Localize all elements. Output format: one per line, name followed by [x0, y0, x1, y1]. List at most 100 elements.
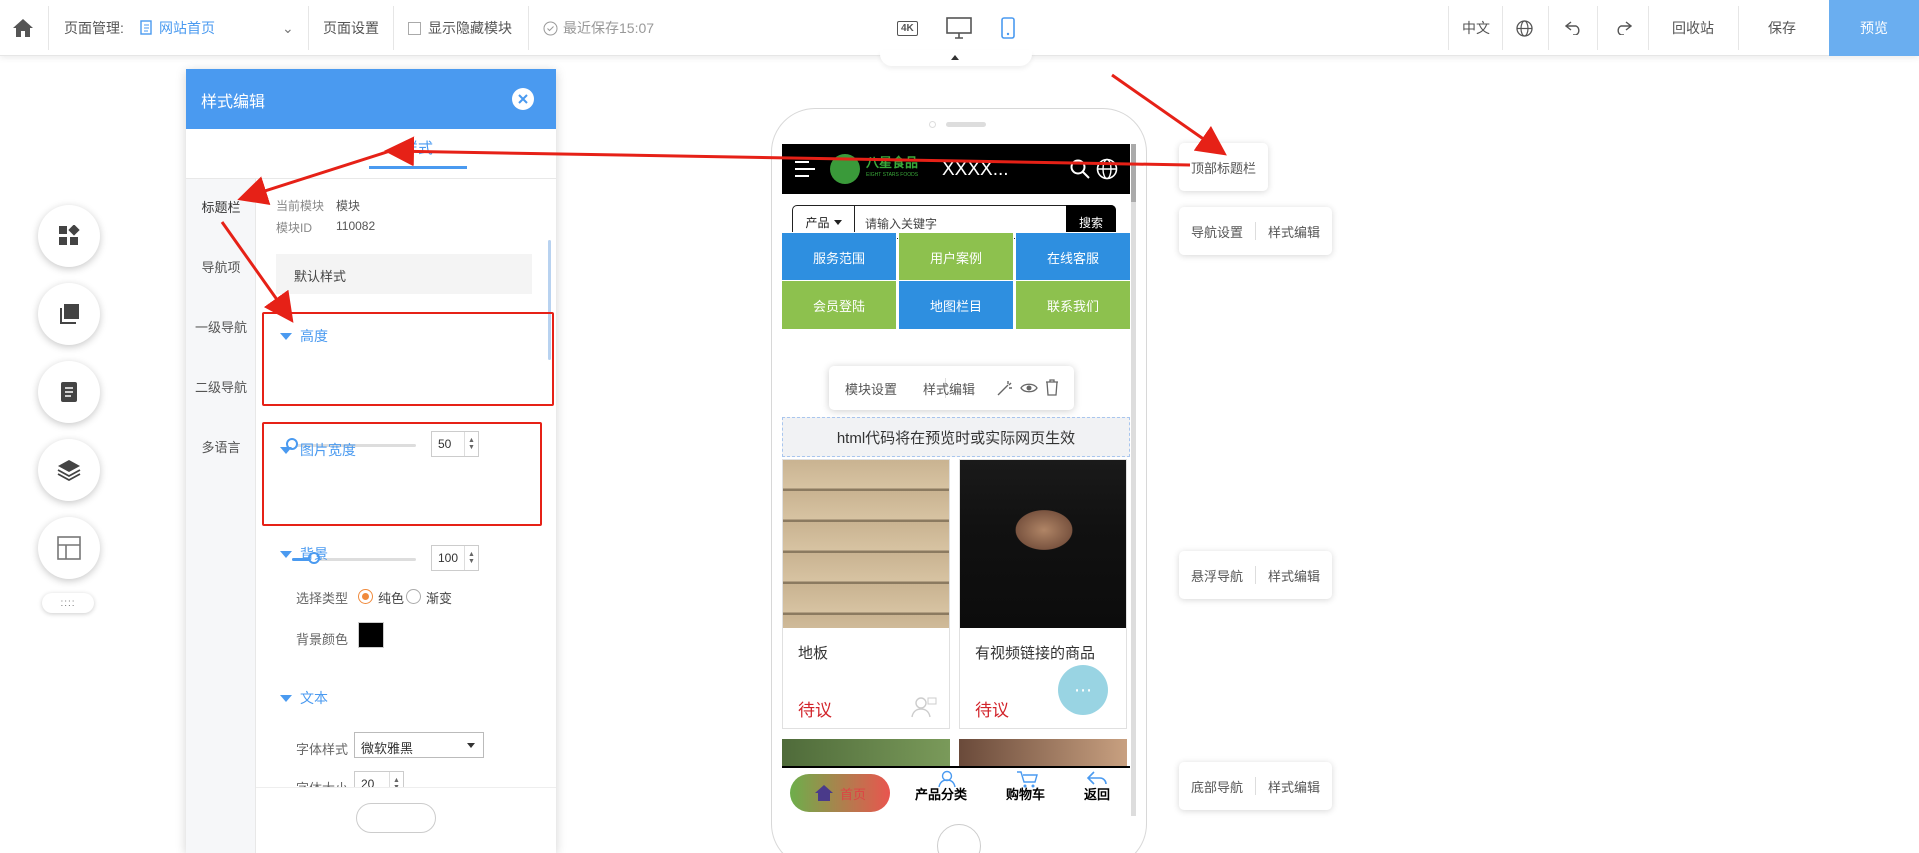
redo-button[interactable] — [1614, 0, 1632, 56]
preview-button[interactable]: 预览 — [1829, 0, 1919, 56]
recycle-bin-button[interactable]: 回收站 — [1672, 0, 1714, 56]
pages-button[interactable] — [38, 361, 100, 423]
site-logo — [830, 154, 860, 184]
font-style-label: 字体样式 — [296, 742, 349, 757]
divider — [1548, 6, 1549, 50]
bottom-nav-category[interactable]: 产品分类 — [915, 770, 967, 803]
shortcut-grid-cell[interactable]: 会员登陆 — [782, 280, 897, 330]
spinner-arrows-icon[interactable]: ▲▼ — [464, 546, 478, 570]
site-header[interactable]: 八星食品 EIGHT STARS FOODS XXXX... — [782, 144, 1130, 194]
panel-title: 样式编辑 — [201, 94, 266, 111]
nav-settings-group: 导航设置 样式编辑 — [1179, 207, 1333, 255]
undo-button[interactable] — [1565, 0, 1583, 56]
nav-item-language[interactable]: 多语言 — [186, 437, 256, 456]
back-icon — [1086, 771, 1107, 785]
user-icon — [911, 697, 937, 718]
copy-button[interactable] — [38, 283, 100, 345]
mobile-view-button[interactable] — [1001, 0, 1015, 56]
last-saved-text: 最近保存15:07 — [563, 20, 655, 36]
trash-icon[interactable] — [1045, 379, 1059, 396]
module-id-label: 模块ID — [276, 221, 313, 235]
nav-item-level2[interactable]: 二级导航 — [186, 377, 256, 396]
globe-button[interactable] — [1516, 0, 1533, 56]
more-options-fab[interactable]: ⋯ — [1058, 665, 1108, 715]
copy-icon — [60, 304, 79, 324]
4k-icon: 4K — [897, 20, 918, 36]
search-icon[interactable] — [1070, 159, 1090, 179]
show-hidden-toggle[interactable]: 显示隐藏模块 — [408, 0, 512, 56]
image-width-input[interactable]: 100 ▲ ▼ — [431, 545, 479, 571]
highlight-height-box — [262, 312, 554, 406]
divider — [1597, 6, 1598, 50]
section-text-title: 文本 — [300, 690, 328, 706]
search-input[interactable]: 请输入关键字 — [865, 215, 937, 232]
bg-gradient-radio[interactable] — [406, 589, 421, 604]
layers-button[interactable] — [38, 439, 100, 501]
nav-style-edit-button[interactable]: 样式编辑 — [1256, 222, 1332, 241]
float-nav-style-edit-button[interactable]: 样式编辑 — [1256, 566, 1332, 585]
nav-item-level1[interactable]: 一级导航 — [186, 317, 256, 336]
top-title-bar-label[interactable]: 顶部标题栏 — [1179, 143, 1269, 191]
bottom-nav-settings-button[interactable]: 底部导航 — [1179, 777, 1255, 796]
float-nav-button[interactable]: 悬浮导航 — [1179, 566, 1255, 585]
shortcut-grid-cell[interactable]: 服务范围 — [782, 232, 897, 282]
layout-button[interactable] — [38, 517, 100, 579]
page-select[interactable]: 网站首页 ⌄ — [140, 0, 298, 56]
triangle-down-icon — [280, 694, 292, 702]
menu-icon[interactable] — [794, 160, 816, 178]
globe-icon[interactable] — [1096, 158, 1118, 180]
bg-solid-label: 纯色 — [378, 591, 405, 606]
caret-down-icon — [467, 743, 475, 748]
html-module-notice[interactable]: html代码将在预览时或实际网页生效 — [782, 417, 1130, 457]
view-toggle-tab[interactable] — [880, 50, 1032, 66]
language-button[interactable]: 中文 — [1462, 0, 1490, 56]
shortcut-grid-cell[interactable]: 联系我们 — [1015, 280, 1130, 330]
home-button[interactable] — [12, 0, 34, 56]
shortcut-grid-cell[interactable]: 用户案例 — [898, 232, 1014, 282]
tab-style[interactable]: 样式 — [369, 129, 467, 169]
modules-button[interactable] — [38, 205, 100, 267]
site-logo-sub: EIGHT STARS FOODS — [866, 172, 919, 178]
shortcut-grid-cell[interactable]: 在线客服 — [1015, 232, 1130, 282]
phone-scrollbar[interactable] — [1131, 144, 1136, 816]
shortcut-grid-cell[interactable]: 地图栏目 — [898, 280, 1014, 330]
close-button[interactable] — [512, 88, 534, 110]
divider — [528, 6, 529, 50]
font-select[interactable]: 微软雅黑 — [354, 732, 484, 758]
bottom-nav-cart[interactable]: 购物车 — [1006, 771, 1045, 803]
mobile-icon — [1001, 17, 1015, 39]
checkbox-icon[interactable] — [408, 21, 421, 35]
last-saved-status: 最近保存15:07 — [543, 0, 654, 56]
section-background[interactable]: 背景 — [280, 544, 328, 564]
module-style-edit-button[interactable]: 样式编辑 — [923, 379, 975, 398]
bottom-nav-group: 底部导航 样式编辑 — [1179, 762, 1333, 810]
bottom-nav-back[interactable]: 返回 — [1084, 771, 1111, 803]
footer-button[interactable] — [356, 803, 436, 833]
product-card[interactable]: 地板 待议 — [782, 459, 950, 729]
default-style-option[interactable]: 默认样式 — [276, 254, 532, 294]
page-settings-button[interactable]: 页面设置 — [323, 0, 379, 56]
search-category-label: 产品 — [805, 215, 830, 230]
desktop-view-button[interactable] — [946, 0, 972, 56]
section-text[interactable]: 文本 — [280, 688, 328, 708]
phone-scrollbar-thumb[interactable] — [1131, 144, 1136, 202]
bg-color-swatch[interactable] — [358, 622, 384, 648]
module-settings-button[interactable]: 模块设置 — [845, 379, 897, 398]
save-button[interactable]: 保存 — [1768, 0, 1796, 56]
nav-settings-button[interactable]: 导航设置 — [1179, 222, 1255, 241]
divider — [1738, 6, 1739, 50]
bottom-nav-style-edit-button[interactable]: 样式编辑 — [1256, 777, 1332, 796]
bottom-nav-back-label: 返回 — [1084, 787, 1111, 802]
product-price: 待议 — [975, 701, 1009, 720]
current-module-label: 当前模块 — [276, 199, 325, 213]
chevron-down-icon: ⌄ — [282, 19, 294, 36]
bg-solid-radio[interactable] — [358, 589, 373, 604]
bottom-nav-home[interactable]: 首页 — [790, 774, 890, 812]
nav-item-title-bar[interactable]: 标题栏 — [186, 197, 256, 216]
eye-icon[interactable] — [1020, 380, 1038, 396]
device-4k-button[interactable]: 4K — [897, 0, 918, 56]
dock-drag-handle[interactable]: :::: — [42, 593, 94, 613]
magic-wand-icon[interactable] — [996, 379, 1014, 397]
undo-icon — [1565, 21, 1580, 35]
nav-item-nav-items[interactable]: 导航项 — [186, 257, 256, 276]
